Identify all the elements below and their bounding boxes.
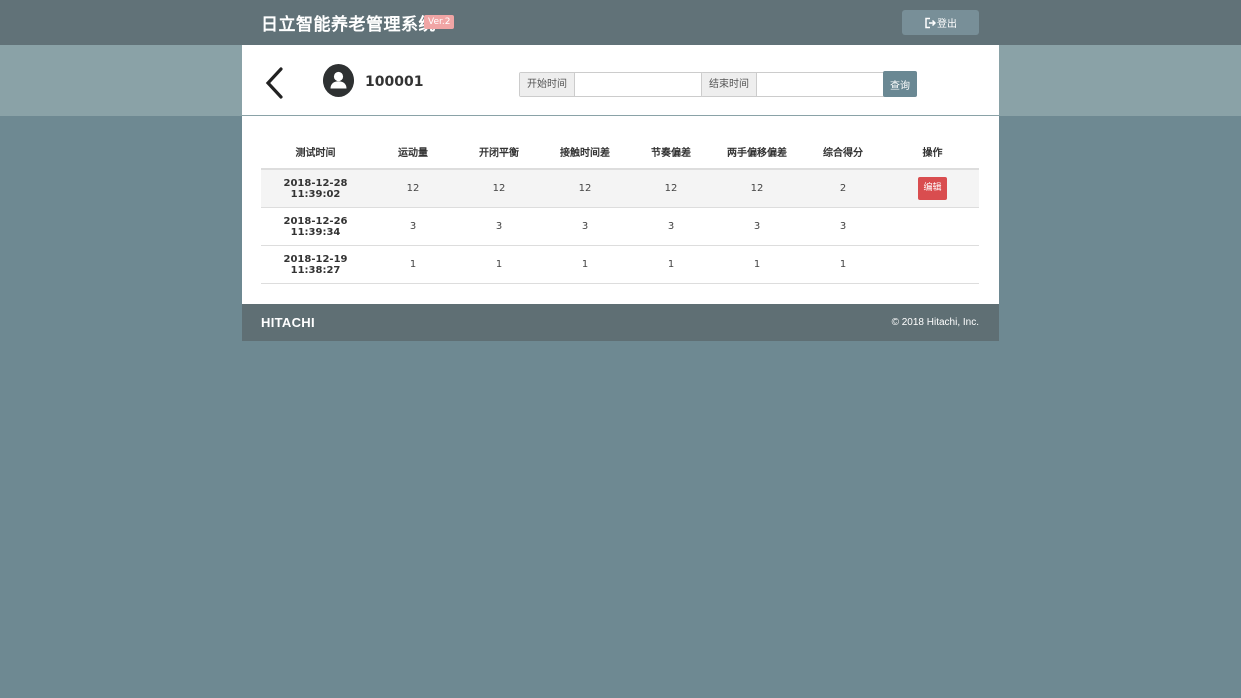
results-table: 测试时间 运动量 开闭平衡 接触时间差 节奏偏差 两手偏移偏差 综合得分 操作 …	[261, 134, 979, 284]
table-row: 2018-12-28 11:39:02 12 12 12 12 12 2 编辑	[261, 169, 979, 208]
query-button[interactable]: 查询	[883, 71, 917, 97]
app-title: 日立智能养老管理系统	[261, 15, 436, 35]
edit-button[interactable]: 编辑	[918, 177, 947, 200]
cell-rhythm: 12	[628, 169, 714, 208]
sign-out-icon	[925, 17, 936, 28]
cell-hand-offset: 1	[714, 245, 800, 284]
cell-action	[886, 245, 979, 284]
cell-balance: 12	[456, 169, 542, 208]
column-header-score: 综合得分	[800, 134, 886, 170]
cell-hand-offset: 3	[714, 207, 800, 246]
start-time-label: 开始时间	[520, 73, 575, 96]
cell-score: 3	[800, 207, 886, 246]
column-header-hand-offset: 两手偏移偏差	[714, 134, 800, 170]
cell-rhythm: 3	[628, 207, 714, 246]
table-header-row: 测试时间 运动量 开闭平衡 接触时间差 节奏偏差 两手偏移偏差 综合得分 操作	[261, 134, 979, 170]
back-chevron-icon[interactable]	[262, 66, 286, 100]
logout-label: 登出	[937, 19, 957, 30]
cell-contact-diff: 3	[542, 207, 628, 246]
cell-contact-diff: 12	[542, 169, 628, 208]
start-time-group: 开始时间	[519, 72, 703, 97]
user-avatar-icon	[323, 64, 354, 97]
cell-score: 2	[800, 169, 886, 208]
cell-exercise: 1	[370, 245, 456, 284]
cell-rhythm: 1	[628, 245, 714, 284]
column-header-rhythm: 节奏偏差	[628, 134, 714, 170]
column-header-exercise: 运动量	[370, 134, 456, 170]
end-time-input[interactable]	[757, 73, 884, 96]
start-time-input[interactable]	[575, 73, 702, 96]
column-header-contact-diff: 接触时间差	[542, 134, 628, 170]
cell-score: 1	[800, 245, 886, 284]
table-row: 2018-12-19 11:38:27 1 1 1 1 1 1	[261, 245, 979, 284]
column-header-balance: 开闭平衡	[456, 134, 542, 170]
cell-balance: 1	[456, 245, 542, 284]
table-row: 2018-12-26 11:39:34 3 3 3 3 3 3	[261, 207, 979, 246]
version-badge: Ver.2	[424, 15, 455, 29]
results-card: 测试时间 运动量 开闭平衡 接触时间差 节奏偏差 两手偏移偏差 综合得分 操作 …	[242, 116, 999, 304]
hitachi-logo: HITACHI	[261, 315, 315, 330]
column-header-action: 操作	[886, 134, 979, 170]
cell-action	[886, 207, 979, 246]
user-id: 100001	[365, 74, 424, 90]
cell-test-time: 2018-12-26 11:39:34	[261, 207, 370, 246]
top-navbar: 日立智能养老管理系统 Ver.2 登出	[0, 0, 1241, 45]
cell-exercise: 3	[370, 207, 456, 246]
cell-exercise: 12	[370, 169, 456, 208]
cell-hand-offset: 12	[714, 169, 800, 208]
cell-test-time: 2018-12-28 11:39:02	[261, 169, 370, 208]
end-time-label: 结束时间	[702, 73, 757, 96]
cell-test-time: 2018-12-19 11:38:27	[261, 245, 370, 284]
column-header-test-time: 测试时间	[261, 134, 370, 170]
logout-button[interactable]: 登出	[902, 10, 979, 35]
cell-action: 编辑	[886, 169, 979, 208]
cell-contact-diff: 1	[542, 245, 628, 284]
cell-balance: 3	[456, 207, 542, 246]
footer: HITACHI © 2018 Hitachi, Inc.	[242, 304, 999, 341]
copyright-text: © 2018 Hitachi, Inc.	[891, 317, 979, 328]
end-time-group: 结束时间	[701, 72, 885, 97]
